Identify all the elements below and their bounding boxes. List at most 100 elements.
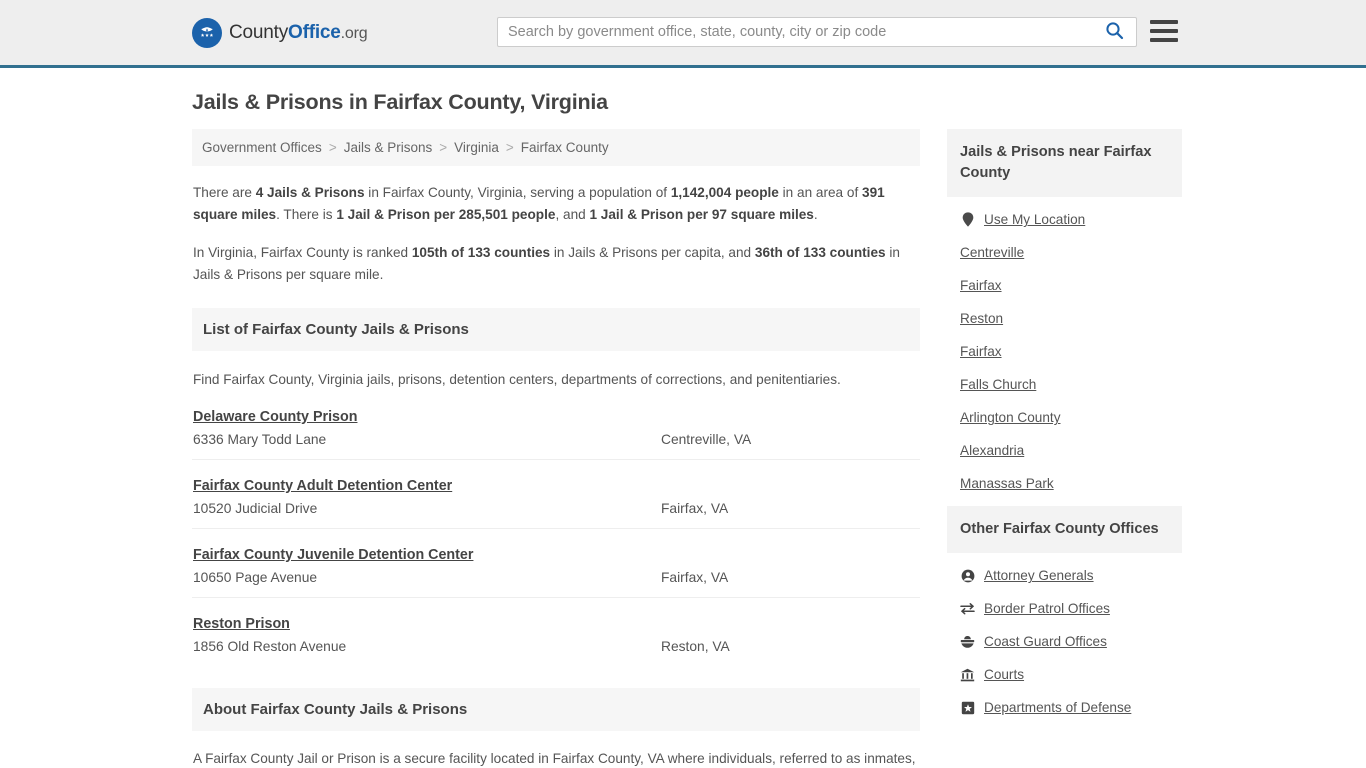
page-container: Jails & Prisons in Fairfax County, Virgi… [0, 90, 1366, 768]
list-item: Fairfax County Juvenile Detention Center… [192, 529, 920, 598]
stat-count: 4 Jails & Prisons [255, 185, 365, 200]
logo-text-org: .org [340, 24, 368, 42]
eagle-seal-icon [192, 17, 222, 48]
list-section-subtext: Find Fairfax County, Virginia jails, pri… [193, 372, 841, 388]
other-offices-panel-body: Attorney Generals Border Patrol Offices … [947, 553, 1182, 724]
listing-title-link[interactable]: Reston Prison [193, 616, 290, 632]
site-logo-text: CountyOffice.org [229, 21, 368, 44]
listing-address: 10650 Page Avenue [193, 569, 318, 585]
listing-details: 10650 Page Avenue Fairfax, VA [193, 570, 919, 585]
breadcrumb-item-1[interactable]: Jails & Prisons [344, 140, 433, 155]
sidebar-item-label: Departments of Defense [984, 700, 1132, 716]
stat-population: 1,142,004 people [670, 185, 779, 200]
sidebar-item-label: Courts [984, 667, 1025, 683]
content-columns: Government Offices > Jails & Prisons > V… [192, 129, 1182, 768]
listing-city-state: Fairfax, VA [661, 569, 729, 585]
sidebar-item-label: Reston [960, 311, 1004, 327]
sidebar-item-arlington-county[interactable]: Arlington County [947, 401, 1182, 434]
stat-rank-capita: 105th of 133 counties [411, 245, 551, 261]
listing-address: 10520 Judicial Drive [193, 500, 318, 516]
intro-p1-text-c: in Fairfax County, Virginia, serving a p… [364, 185, 671, 200]
listing-title-link[interactable]: Delaware County Prison [193, 409, 357, 425]
listing-details: 6336 Mary Todd Lane Centreville, VA [193, 432, 919, 447]
nearby-panel: Jails & Prisons near Fairfax County Use … [947, 129, 1182, 500]
listing-city-state: Centreville, VA [661, 431, 752, 447]
ship-icon [960, 634, 975, 649]
sidebar-item-alexandria[interactable]: Alexandria [947, 434, 1182, 467]
hamburger-menu-icon[interactable] [1150, 20, 1178, 42]
logo-text-office: Office [288, 21, 341, 43]
nearby-panel-body: Use My Location Centreville Fairfax Rest… [947, 197, 1182, 500]
breadcrumb-item-0[interactable]: Government Offices [202, 140, 322, 155]
intro-p2-text-a: In Virginia, Fairfax County is ranked [193, 245, 412, 261]
search-bar[interactable] [497, 17, 1137, 47]
hamburger-bar-2 [1150, 29, 1178, 33]
sidebar-item-centreville[interactable]: Centreville [947, 236, 1182, 269]
breadcrumb-separator-1: > [439, 140, 448, 155]
about-section-text: A Fairfax County Jail or Prison is a sec… [193, 750, 916, 766]
sidebar-item-label: Fairfax [960, 278, 1002, 294]
sidebar-item-reston[interactable]: Reston [947, 302, 1182, 335]
listing-city-state: Reston, VA [661, 638, 730, 654]
sidebar-item-courts[interactable]: Courts [947, 658, 1182, 691]
listing-details: 10520 Judicial Drive Fairfax, VA [193, 501, 919, 516]
sidebar-item-attorney-generals[interactable]: Attorney Generals [947, 559, 1182, 592]
listing-address: 1856 Old Reston Avenue [193, 638, 347, 654]
sidebar-item-label: Alexandria [960, 443, 1025, 459]
intro-p1-text-g: . [813, 207, 818, 223]
listing-title-link[interactable]: Fairfax County Adult Detention Center [193, 478, 452, 494]
listing-city-state: Fairfax, VA [661, 500, 729, 516]
sidebar-item-label: Manassas Park [960, 476, 1054, 492]
sidebar-item-fairfax-1[interactable]: Fairfax [947, 269, 1182, 302]
sidebar: Jails & Prisons near Fairfax County Use … [947, 129, 1182, 730]
main-column: Government Offices > Jails & Prisons > V… [192, 129, 920, 768]
listing-details: 1856 Old Reston Avenue Reston, VA [193, 639, 919, 654]
search-input[interactable] [498, 18, 1101, 46]
sidebar-item-label: Border Patrol Offices [984, 601, 1110, 617]
other-offices-panel: Other Fairfax County Offices Attorney Ge… [947, 506, 1182, 724]
sidebar-item-label: Falls Church [960, 377, 1037, 393]
intro-statistics: There are 4 Jails & Prisons in Fairfax C… [192, 182, 920, 286]
site-header: CountyOffice.org [0, 0, 1366, 68]
breadcrumb-separator-0: > [328, 140, 337, 155]
list-item: Reston Prison 1856 Old Reston Avenue Res… [192, 598, 920, 666]
site-logo[interactable]: CountyOffice.org [192, 17, 368, 48]
sidebar-item-border-patrol-offices[interactable]: Border Patrol Offices [947, 592, 1182, 625]
intro-p1-text-d: in an area of [778, 185, 863, 200]
intro-paragraph-1: There are 4 Jails & Prisons in Fairfax C… [193, 182, 919, 226]
intro-p1-text-f: , and [555, 207, 590, 223]
breadcrumb-separator-2: > [505, 140, 514, 155]
nearby-panel-heading: Jails & Prisons near Fairfax County [947, 129, 1182, 198]
search-button[interactable] [1101, 21, 1136, 43]
list-item: Fairfax County Adult Detention Center 10… [192, 460, 920, 529]
breadcrumb-item-2[interactable]: Virginia [454, 140, 499, 155]
breadcrumb: Government Offices > Jails & Prisons > V… [192, 129, 920, 166]
sidebar-item-label: Attorney Generals [984, 568, 1094, 584]
sidebar-item-falls-church[interactable]: Falls Church [947, 368, 1182, 401]
about-section-heading: About Fairfax County Jails & Prisons [192, 687, 920, 731]
sidebar-item-use-my-location[interactable]: Use My Location [947, 203, 1182, 236]
stat-rank-area: 36th of 133 counties [754, 245, 886, 261]
page-title: Jails & Prisons in Fairfax County, Virgi… [192, 90, 608, 114]
map-pin-icon [960, 212, 975, 227]
sidebar-item-label: Use My Location [984, 212, 1086, 228]
hamburger-bar-1 [1150, 20, 1178, 24]
other-offices-panel-heading: Other Fairfax County Offices [947, 506, 1182, 554]
sidebar-item-coast-guard-offices[interactable]: Coast Guard Offices [947, 625, 1182, 658]
list-section-heading: List of Fairfax County Jails & Prisons [192, 308, 920, 352]
intro-p2-text-c: in Jails & Prisons per capita, and [550, 245, 755, 261]
sidebar-item-manassas-park[interactable]: Manassas Park [947, 467, 1182, 500]
defense-badge-icon [960, 700, 975, 715]
sidebar-item-fairfax-2[interactable]: Fairfax [947, 335, 1182, 368]
breadcrumb-item-3[interactable]: Fairfax County [521, 140, 609, 155]
exchange-arrows-icon [960, 601, 975, 616]
listing-address: 6336 Mary Todd Lane [193, 431, 327, 447]
sidebar-item-label: Arlington County [960, 410, 1061, 426]
logo-text-county: County [229, 21, 289, 43]
intro-p1-text-e: . There is [276, 207, 337, 223]
stat-per-capita: 1 Jail & Prison per 285,501 people [336, 207, 556, 223]
listing-title-link[interactable]: Fairfax County Juvenile Detention Center [193, 547, 473, 563]
sidebar-item-label: Coast Guard Offices [984, 634, 1107, 650]
sidebar-item-label: Centreville [960, 245, 1025, 261]
sidebar-item-departments-of-defense[interactable]: Departments of Defense [947, 691, 1182, 724]
